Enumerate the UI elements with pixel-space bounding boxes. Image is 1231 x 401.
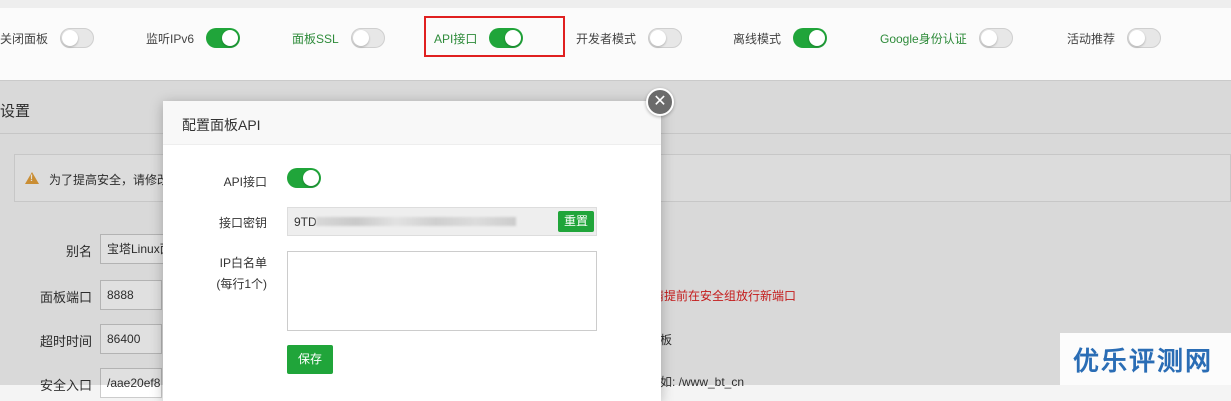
switch[interactable] — [350, 28, 385, 48]
switch[interactable] — [978, 28, 1013, 48]
toggle-close-panel[interactable]: 关闭面板 — [0, 26, 95, 50]
ip-whitelist-label: IP白名单 — [219, 256, 267, 270]
blurred-key — [316, 217, 516, 226]
toggle-label: 开发者模式 — [576, 31, 637, 46]
switch[interactable] — [60, 28, 95, 48]
switch-knob — [352, 30, 369, 46]
switch[interactable] — [793, 28, 828, 48]
toggle-offline-mode[interactable]: 离线模式 — [733, 26, 828, 50]
close-icon[interactable]: ✕ — [646, 88, 674, 116]
toggle-label: 活动推荐 — [1067, 31, 1116, 46]
top-strip — [0, 0, 1231, 8]
key-label: 接口密钥 — [218, 216, 267, 230]
api-key-text: 9TD — [294, 215, 317, 229]
dialog-title: 配置面板API — [182, 117, 261, 133]
toggle-label: 关闭面板 — [0, 31, 49, 46]
switch-knob — [650, 30, 667, 46]
toggle-label: 离线模式 — [733, 31, 782, 46]
switch-knob — [980, 30, 997, 46]
toggle-listen-ipv6[interactable]: 监听IPv6 — [146, 26, 241, 50]
switch-knob — [62, 30, 79, 46]
api-key-field[interactable]: 9TD 重置 — [287, 207, 597, 236]
switch-knob — [809, 30, 826, 46]
switch-knob — [303, 170, 319, 186]
api-switch[interactable] — [287, 168, 321, 188]
switch[interactable] — [1127, 28, 1162, 48]
api-config-dialog: 配置面板API API接口 接口密钥 9TD 重置 IP白名单 (每行1个) 保… — [163, 101, 661, 401]
toggle-label: 监听IPv6 — [146, 31, 195, 46]
toggle-label: Google身份认证 — [880, 31, 967, 46]
watermark-text: 优乐评测网 — [1073, 346, 1214, 376]
switch-knob — [222, 30, 239, 46]
dialog-header: 配置面板API — [163, 101, 661, 145]
toggle-activity-recommend[interactable]: 活动推荐 — [1067, 26, 1162, 50]
api-label: API接口 — [223, 175, 267, 189]
switch[interactable] — [287, 168, 321, 188]
switch-knob — [1129, 30, 1146, 46]
watermark: 优乐评测网 — [1060, 333, 1231, 385]
toggle-developer-mode[interactable]: 开发者模式 — [576, 26, 683, 50]
toggle-panel-ssl[interactable]: 面板SSL — [292, 26, 385, 50]
save-button[interactable]: 保存 — [287, 345, 333, 374]
ip-whitelist-hint: (每行1个) — [216, 277, 267, 291]
reset-key-button[interactable]: 重置 — [558, 211, 594, 232]
switch[interactable] — [648, 28, 683, 48]
switch[interactable] — [206, 28, 241, 48]
highlight-box — [424, 16, 565, 57]
toggle-label: 面板SSL — [292, 31, 339, 46]
ip-whitelist-textarea[interactable] — [287, 251, 597, 331]
toggle-google-auth[interactable]: Google身份认证 — [880, 26, 1013, 50]
